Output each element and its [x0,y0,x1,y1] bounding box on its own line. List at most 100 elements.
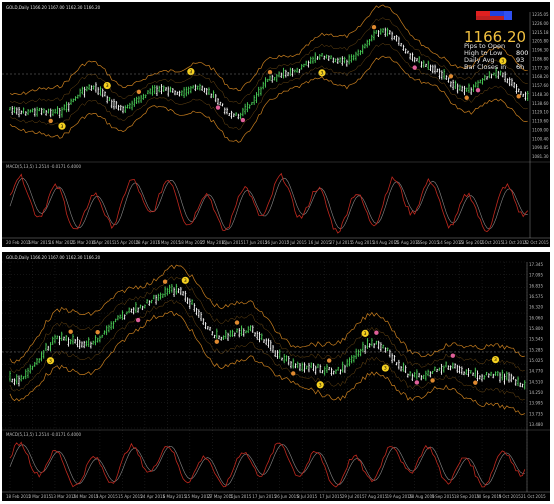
date-tick-label: 3 Mar 2015 [28,240,51,245]
date-tick-label: 21 Oct 2015 [521,494,546,499]
swing-dot-marker [162,279,168,284]
info-panel: 1166.20 Pips to Open High to Low Daily A… [464,11,528,71]
swing-marker-number: 3 [364,331,367,337]
price-tick-label: 1109.00 [532,127,549,132]
swing-dot-marker [450,353,456,358]
swing-dot-marker [136,89,142,95]
chart-window-bottom[interactable]: GOLD,Daily 1166.20 1167.00 1162.30 1166.… [2,252,550,501]
price-tick-label: 14.770 [529,369,543,374]
price-tick-label: 13.480 [529,422,543,427]
price-tick-label: 1129.10 [532,110,549,115]
date-tick-label: 6 Apr 2015 [92,240,115,245]
trend-bar-red-2 [476,16,504,20]
swing-dot-marker [215,105,221,110]
swing-dot-marker [371,25,377,30]
chart-title-bottom: GOLD,Daily 1166.20 1167.00 1162.30 1166.… [6,255,101,260]
trend-bar-blue-2 [504,11,512,20]
swing-dot-marker [234,320,240,325]
swing-dot-marker [135,317,141,323]
date-tick-label: 26 Jun 2015 [275,494,300,499]
price-tick-label: 15.025 [529,358,543,363]
date-tick-label: 3 Apr 2015 [96,494,119,499]
swing-marker-number: 3 [106,83,109,89]
inner-lower-band [9,43,528,130]
price-tick-label: 1100.40 [532,136,549,141]
date-tick-label: 5 Jun 2015 [230,494,252,499]
date-tick-label: 3 Sep 2015 [416,240,439,245]
price-tick-label: 1119.60 [532,119,549,124]
date-tick-label: 7 May 2015 [157,240,181,245]
price-tick-label: 15.285 [529,347,543,352]
price-tick-label: 1090.85 [532,145,549,150]
price-tick-label: 1196.30 [532,48,549,53]
swing-dot-marker [291,371,296,376]
price-tick-label: 1205.80 [532,39,549,44]
price-tick-label: 16.575 [529,294,543,299]
swing-dot-marker [414,380,420,385]
swing-marker-number: 3 [189,69,192,75]
date-tick-label: 6 May 2015 [163,494,187,499]
date-tick-label: 2 Oct 2015 [481,240,504,245]
price-tick-label: 1138.60 [532,101,549,106]
swing-marker-number: 3 [494,357,497,363]
macd-signal-line [9,177,528,230]
bar-closes-value: 6h [516,63,524,71]
date-tick-label: 2 Mar 2015 [28,494,51,499]
date-tick-label: 8 Jul 2015 [297,494,318,499]
price-tick-label: 1157.60 [532,83,549,88]
date-tick-label: 17 Jun 2015 [252,494,277,499]
date-tick-label: 9 Oct 2015 [499,494,522,499]
price-tick-label: 1215.18 [532,30,549,35]
swing-dot-marker [240,117,246,123]
date-tick-label: 7 Aug 2015 [364,494,388,499]
swing-dot-marker [516,94,521,99]
date-tick-label: 29 Jul 2015 [342,494,365,499]
swing-dot-marker [374,330,379,335]
swing-dot-marker [412,65,417,70]
price-tick-label: 1081.30 [532,154,549,159]
indicator-label-bottom: MACD(5,13,5) 1.2514 -0.0171 6.4000 [6,432,82,437]
chart-window-top[interactable]: GOLD,Daily 1166.20 1167.00 1162.30 1166.… [2,2,550,247]
swing-dot-marker [430,378,435,383]
price-tick-label: 1177.30 [532,65,549,70]
price-tick-label: 1148.30 [532,92,549,97]
trend-bar-blue [490,11,504,16]
date-tick-label: 8 Jun 2015 [222,240,244,245]
date-tick-label: 22 Oct 2015 [524,240,549,245]
price-tick-label: 14.510 [529,379,543,384]
swing-dot-marker [48,118,53,124]
swing-dot-marker [475,88,481,93]
macd-main-line [9,441,526,488]
chart-canvas-bottom[interactable]: GOLD,Daily 1166.20 1167.00 1162.30 1166.… [2,252,550,501]
price-tick-label: 16.835 [529,283,543,288]
price-tick-label: 14.250 [529,390,543,395]
chart-title-top: GOLD,Daily 1166.20 1167.00 1162.30 1166.… [6,5,101,10]
price-tick-label: 17.345 [529,262,543,267]
swing-dot-marker [464,95,469,100]
price-tick-label: 17.095 [529,273,543,278]
inner-upper-band [9,17,528,105]
swing-dot-marker [68,329,73,334]
date-tick-label: 7 Jul 2015 [287,240,308,245]
trend-bar-red [476,11,490,16]
date-tick-label: 16 Jul 2015 [308,240,331,245]
swing-marker-number: 3 [61,124,64,130]
price-tick-label: 1226.00 [532,21,549,26]
bar-closes-label: Bar Closes in [464,63,506,71]
swing-marker-number: 3 [184,278,187,284]
price-tick-label: 13.735 [529,411,543,416]
swing-dot-marker [95,329,100,335]
price-tick-label: 15.800 [529,326,543,331]
swing-dot-marker [473,380,478,385]
swing-marker-number: 3 [49,358,52,364]
price-tick-label: 16.060 [529,315,543,320]
bollinger-upper-band [9,264,525,364]
chart-canvas-top[interactable]: GOLD,Daily 1166.20 1167.00 1162.30 1166.… [2,2,550,247]
inner-lower-band [9,299,525,401]
swing-dot-marker [326,358,332,363]
swing-dot-marker [214,339,219,344]
date-tick-label: 9 Sep 2015 [431,494,454,499]
price-tick-label: 15.545 [529,337,543,342]
indicator-label-top: MACD(5,13,5) 1.2514 -0.0171 6.4000 [6,164,82,169]
price-tick-label: 1186.80 [532,56,549,61]
